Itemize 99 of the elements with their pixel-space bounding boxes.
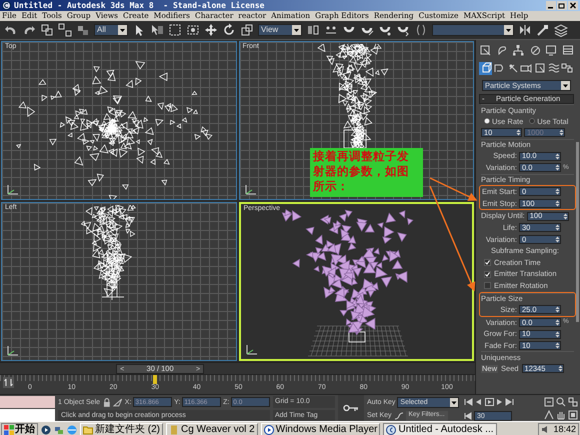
object-type-button[interactable] [560, 62, 574, 74]
track-bar-toggle-icon[interactable] [3, 377, 14, 388]
create-tab-icon[interactable] [479, 44, 491, 56]
app-icon [169, 424, 179, 434]
spinner-arrows-icon [562, 212, 568, 220]
zoom-all-icon[interactable] [568, 397, 578, 407]
reference-coordinate-dropdown[interactable]: View [258, 24, 302, 36]
scale-icon[interactable] [240, 23, 254, 37]
pan-hand-icon[interactable] [556, 410, 566, 420]
browser-icon[interactable] [67, 424, 77, 434]
taskbar-button[interactable]: 新建文件夹 (2) [80, 422, 163, 435]
spinner-arrows-icon [559, 129, 564, 136]
helpers-icon [534, 62, 546, 74]
bind-icon[interactable] [76, 23, 90, 37]
tangent-curve-icon[interactable] [394, 410, 404, 420]
pivot-icon[interactable] [306, 23, 320, 37]
move-icon[interactable] [204, 23, 218, 37]
key-icon [343, 404, 359, 412]
taskbar-button[interactable]: Windows Media Player [260, 422, 380, 435]
restore-icon[interactable] [557, 1, 567, 10]
layers-icon[interactable] [554, 23, 568, 37]
hierarchy-tab-icon[interactable] [512, 44, 524, 56]
spinner-arrows-icon [558, 365, 563, 372]
named-selection-brackets-icon[interactable] [414, 23, 428, 37]
scrollbar[interactable] [576, 142, 579, 322]
named-selection-dropdown[interactable] [432, 24, 514, 36]
play-circle-icon [264, 424, 274, 434]
taskbar-button[interactable]: Untitled - Autodesk ... [383, 422, 497, 435]
media-player-icon[interactable] [41, 424, 51, 434]
systems-icon [561, 62, 574, 74]
radio-button[interactable] [484, 118, 490, 124]
windows-flag-icon [4, 424, 14, 434]
go-to-end-icon[interactable] [505, 398, 514, 406]
spinner-arrows-icon [555, 164, 560, 172]
object-type-button[interactable] [534, 62, 547, 74]
checkbox[interactable] [484, 270, 491, 278]
mirror-icon[interactable] [518, 23, 532, 37]
axis-tripod-icon [5, 343, 21, 357]
selection-region-icon[interactable] [168, 23, 182, 37]
close-icon[interactable] [568, 1, 578, 10]
spinner-arrows-icon [555, 342, 560, 350]
previous-frame-icon[interactable] [474, 398, 484, 406]
motion-tab-icon[interactable] [528, 44, 541, 56]
axis-tripod-icon [242, 182, 258, 196]
maximize-viewport-icon[interactable] [568, 410, 578, 420]
key-mode-toggle-icon[interactable] [464, 412, 472, 420]
spinner-arrows-icon [555, 224, 560, 232]
set-keys-button[interactable] [338, 395, 364, 421]
window-crossing-icon[interactable] [186, 23, 200, 37]
object-type-button[interactable] [479, 62, 492, 74]
spinner-arrows-icon [555, 200, 560, 208]
spinner-arrows-icon [555, 236, 560, 243]
play-icon[interactable] [484, 398, 494, 406]
unlink-icon[interactable] [58, 23, 72, 37]
axis-tripod-icon [244, 342, 260, 356]
app-icon [2, 1, 11, 10]
radio-button[interactable] [529, 118, 536, 124]
axis-tripod-icon [5, 182, 21, 196]
rotate-icon[interactable] [222, 23, 236, 37]
go-to-start-icon[interactable] [464, 398, 473, 406]
folder-icon [83, 424, 93, 434]
checkbox[interactable] [484, 282, 491, 290]
utilities-tab-icon[interactable] [562, 44, 574, 56]
spinner-arrows-icon [555, 330, 560, 338]
object-type-button[interactable] [547, 62, 560, 74]
start-button[interactable]: 开始 [1, 422, 38, 435]
object-type-button[interactable] [520, 62, 533, 74]
shapes-icon [493, 62, 506, 74]
taskbar-button[interactable]: Cg Weaver vol 2 [166, 422, 258, 435]
selection-filter-dropdown[interactable]: All [94, 24, 128, 36]
annotation-note: 接着再调整粒子发射器的参数，如图所示： [310, 148, 423, 197]
display-tab-icon[interactable] [545, 44, 558, 56]
spinner-arrows-icon [555, 188, 560, 196]
redo-icon[interactable] [22, 23, 36, 37]
lights-icon [506, 62, 519, 74]
app-icon [386, 424, 396, 434]
link-icon[interactable] [40, 23, 54, 37]
spinner-arrows-icon [555, 318, 560, 326]
modify-tab-icon[interactable] [496, 44, 508, 56]
spinner-arrows-icon [555, 152, 560, 160]
spinner-arrows-icon [555, 306, 560, 314]
transform-mode-icon[interactable] [113, 398, 123, 406]
lock-icon[interactable] [103, 398, 112, 406]
clock: 18:42 [553, 425, 576, 434]
network-icon[interactable] [54, 424, 64, 434]
minimize-icon[interactable] [546, 1, 556, 10]
align-icon[interactable] [536, 23, 550, 37]
geometry-icon [480, 62, 492, 74]
space-warps-icon [548, 62, 560, 74]
object-type-button[interactable] [492, 62, 506, 74]
time-config-icon[interactable] [544, 397, 554, 407]
field-of-view-icon[interactable] [544, 410, 554, 420]
zoom-icon[interactable] [556, 397, 566, 407]
checkbox[interactable] [484, 259, 491, 266]
spinner-arrows-icon [516, 129, 521, 136]
window-title: Untitled - Autodesk 3ds Max 8 - Stand-alone License [14, 2, 264, 10]
next-frame-icon[interactable] [494, 398, 504, 406]
cameras-icon [520, 62, 532, 74]
select-by-name-icon[interactable] [150, 23, 164, 37]
